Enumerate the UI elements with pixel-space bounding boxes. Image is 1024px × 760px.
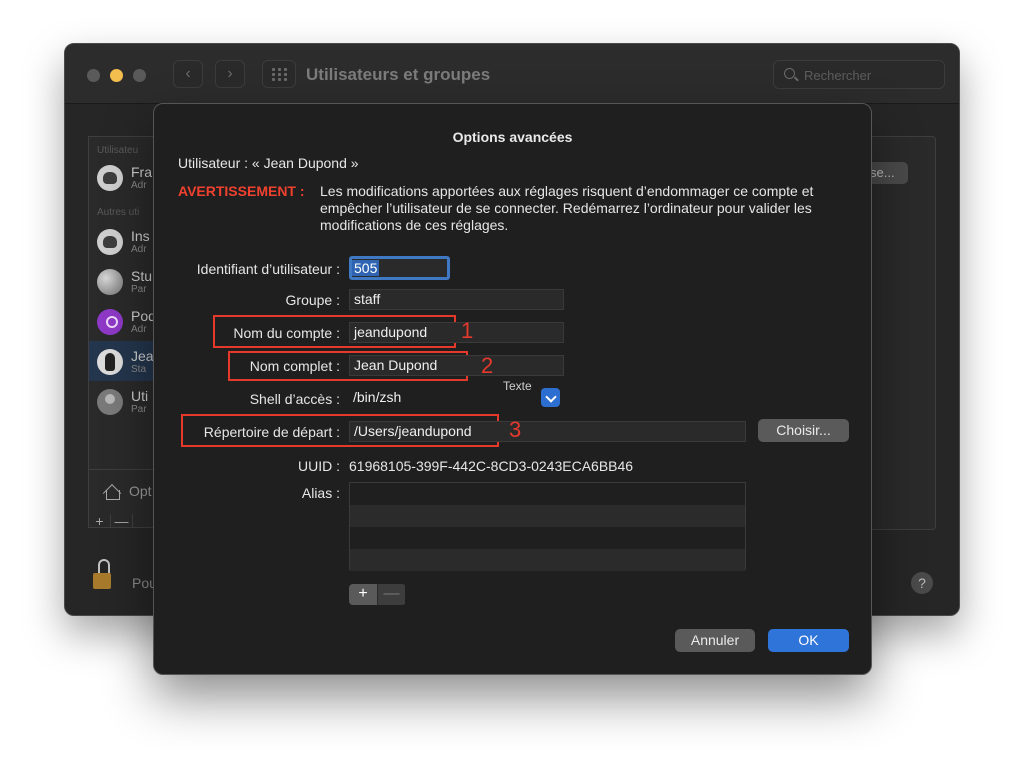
uid-field[interactable]: 505	[349, 256, 450, 280]
full-name-label: Nom complet :	[249, 358, 340, 374]
home-directory-label: Répertoire de départ :	[203, 424, 340, 440]
warning-text: Les modifications apportées aux réglages…	[320, 183, 814, 233]
search-field[interactable]: Rechercher	[773, 60, 945, 89]
alias-list[interactable]	[349, 482, 746, 571]
user-role: Adr	[131, 324, 147, 335]
shell-value: /bin/zsh	[353, 389, 402, 405]
uuid-label: UUID :	[298, 458, 340, 474]
annotation-number-1: 1	[461, 318, 474, 343]
alias-row[interactable]	[350, 505, 745, 527]
annotation-number-2: 2	[481, 353, 494, 378]
uid-label: Identifiant d’utilisateur :	[196, 261, 340, 277]
alias-row[interactable]	[350, 483, 745, 505]
forward-button[interactable]: ›	[215, 60, 245, 88]
shell-popup[interactable]: /bin/zsh	[349, 388, 564, 409]
add-alias-button[interactable]: +	[349, 584, 377, 605]
user-role: Adr	[131, 244, 147, 255]
podcast-avatar-icon	[97, 309, 123, 335]
home-directory-field[interactable]: /Users/jeandupond	[349, 421, 746, 442]
alias-add-remove: + —	[349, 584, 406, 605]
home-icon	[103, 484, 121, 500]
section-other-users: Autres uti	[97, 207, 140, 218]
cat-avatar-icon	[97, 165, 123, 191]
dialog-title: Options avancées	[452, 129, 573, 145]
minimize-window-button[interactable]	[110, 69, 123, 82]
add-remove-user-buttons: + —	[89, 514, 133, 527]
login-options-item[interactable]: Opt	[129, 483, 152, 499]
section-current-user: Utilisateu	[97, 145, 139, 156]
choose-button[interactable]: Choisir...	[758, 419, 849, 442]
penguin-avatar-icon	[97, 349, 123, 375]
search-icon	[784, 68, 795, 79]
user-name: Fra	[131, 164, 152, 180]
back-button[interactable]: ‹	[173, 60, 203, 88]
help-button[interactable]: ?	[911, 572, 933, 594]
lock-icon[interactable]	[93, 559, 113, 591]
user-role: Par	[131, 404, 147, 415]
uid-value: 505	[352, 260, 380, 276]
user-name: Ins	[131, 228, 150, 244]
uuid-value: 61968105-399F-442C-8CD3-0243ECA6BB46	[349, 458, 634, 474]
alias-label: Alias :	[301, 485, 340, 501]
user-name: Uti	[131, 388, 149, 404]
full-name-field[interactable]: Jean Dupond	[349, 355, 564, 376]
annotation-number-3: 3	[509, 417, 522, 442]
user-name: Jea	[131, 348, 154, 364]
user-name: Stu	[131, 268, 153, 284]
user-avatar-icon	[97, 389, 123, 415]
title-bar: ‹ › Utilisateurs et groupes Rechercher	[65, 44, 959, 104]
search-placeholder: Rechercher	[804, 68, 872, 83]
account-name-label: Nom du compte :	[233, 325, 340, 341]
add-user-button[interactable]: +	[89, 514, 111, 527]
chevron-down-icon[interactable]	[541, 388, 560, 407]
user-line: Utilisateur : « Jean Dupond »	[178, 155, 359, 171]
alias-row[interactable]	[350, 527, 745, 549]
user-role: Adr	[131, 180, 147, 191]
window-title: Utilisateurs et groupes	[306, 65, 491, 84]
ok-button[interactable]: OK	[768, 629, 849, 652]
close-window-button[interactable]	[87, 69, 100, 82]
group-field[interactable]: staff	[349, 289, 564, 310]
advanced-options-dialog: Options avancées Utilisateur : « Jean Du…	[153, 103, 872, 675]
show-all-grid-icon[interactable]	[262, 60, 296, 88]
remove-user-button[interactable]: —	[111, 514, 133, 527]
ball-avatar-icon	[97, 269, 123, 295]
group-label: Groupe :	[285, 292, 340, 308]
zoom-window-button[interactable]	[133, 69, 146, 82]
warning-label: AVERTISSEMENT :	[178, 183, 305, 199]
cancel-button[interactable]: Annuler	[675, 629, 755, 652]
account-name-field[interactable]: jeandupond	[349, 322, 564, 343]
cat-avatar-icon	[97, 229, 123, 255]
shell-label: Shell d’accès :	[249, 391, 340, 407]
alias-row[interactable]	[350, 549, 745, 571]
user-role: Sta	[131, 364, 147, 375]
remove-alias-button[interactable]: —	[377, 584, 405, 605]
user-role: Par	[131, 284, 147, 295]
